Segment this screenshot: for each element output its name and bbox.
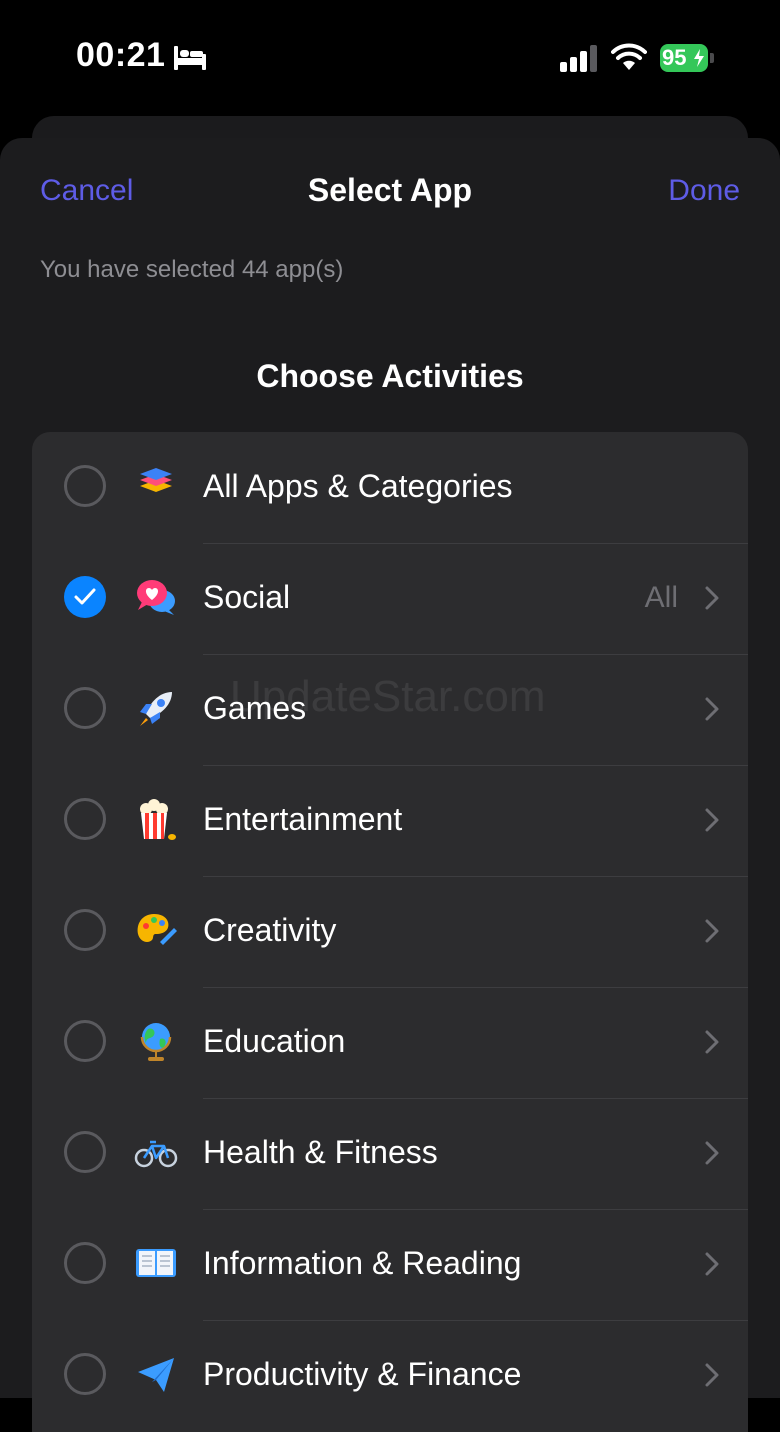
bicycle-icon: [134, 1140, 178, 1168]
chevron-right-icon: [705, 586, 719, 610]
radio-button[interactable]: [64, 1020, 106, 1062]
rocket-icon: [140, 692, 172, 726]
category-row-information-reading[interactable]: Information & Reading: [32, 1209, 748, 1320]
palette-icon: [137, 914, 177, 945]
chevron-right-icon: [705, 1030, 719, 1054]
category-detail: All: [644, 581, 678, 614]
category-row-entertainment[interactable]: Entertainment: [32, 765, 748, 876]
category-row-all-apps[interactable]: All Apps & Categories: [32, 432, 748, 543]
battery-level: 95: [662, 45, 687, 70]
category-row-games[interactable]: Games: [32, 654, 748, 765]
chevron-right-icon: [705, 1252, 719, 1276]
category-list: All Apps & Categories Social All Games E…: [32, 432, 748, 1432]
stack-icon: [140, 468, 172, 492]
category-label: All Apps & Categories: [203, 468, 513, 504]
radio-button[interactable]: [64, 1131, 106, 1173]
selected-count-text: You have selected 44 app(s): [40, 256, 344, 283]
chevron-right-icon: [705, 1141, 719, 1165]
chevron-right-icon: [705, 697, 719, 721]
category-label: Entertainment: [203, 801, 403, 837]
status-bar: 00:21 95: [0, 0, 780, 110]
radio-button[interactable]: [64, 1242, 106, 1284]
radio-button[interactable]: [64, 909, 106, 951]
charging-bolt-icon: [694, 49, 704, 67]
status-time: 00:21: [76, 36, 166, 74]
popcorn-icon: [140, 799, 176, 840]
done-button[interactable]: Done: [668, 174, 740, 208]
radio-button[interactable]: [64, 465, 106, 507]
radio-button[interactable]: [64, 687, 106, 729]
radio-button-checked[interactable]: [64, 576, 106, 618]
category-row-education[interactable]: Education: [32, 987, 748, 1098]
category-row-health-fitness[interactable]: Health & Fitness: [32, 1098, 748, 1209]
category-label: Education: [203, 1023, 346, 1059]
signal-icon: [560, 45, 597, 72]
category-row-productivity-finance[interactable]: Productivity & Finance: [32, 1320, 748, 1431]
checkmark-icon: [74, 588, 96, 605]
category-row-social[interactable]: Social All: [32, 543, 748, 654]
category-row-creativity[interactable]: Creativity: [32, 876, 748, 987]
paper-plane-icon: [138, 1358, 174, 1392]
chevron-right-icon: [705, 808, 719, 832]
category-label: Health & Fitness: [203, 1134, 438, 1170]
category-label: Information & Reading: [203, 1245, 522, 1281]
category-label: Social: [203, 579, 291, 615]
sheet-title: Select App: [307, 172, 473, 208]
category-label: Creativity: [203, 912, 337, 948]
category-label: Productivity & Finance: [203, 1356, 522, 1392]
radio-button[interactable]: [64, 798, 106, 840]
section-title: Choose Activities: [256, 358, 524, 394]
radio-button[interactable]: [64, 1353, 106, 1395]
category-label: Games: [203, 690, 307, 726]
select-app-sheet: Cancel Select App Done You have selected…: [0, 138, 780, 1432]
battery-indicator: 95: [660, 44, 714, 72]
chevron-right-icon: [705, 919, 719, 943]
wifi-icon: [611, 43, 647, 70]
book-icon: [136, 1249, 176, 1277]
globe-icon: [140, 1023, 172, 1061]
bed-icon: [174, 46, 206, 70]
speech-bubbles-heart-icon: [137, 580, 175, 615]
chevron-right-icon: [705, 1363, 719, 1387]
